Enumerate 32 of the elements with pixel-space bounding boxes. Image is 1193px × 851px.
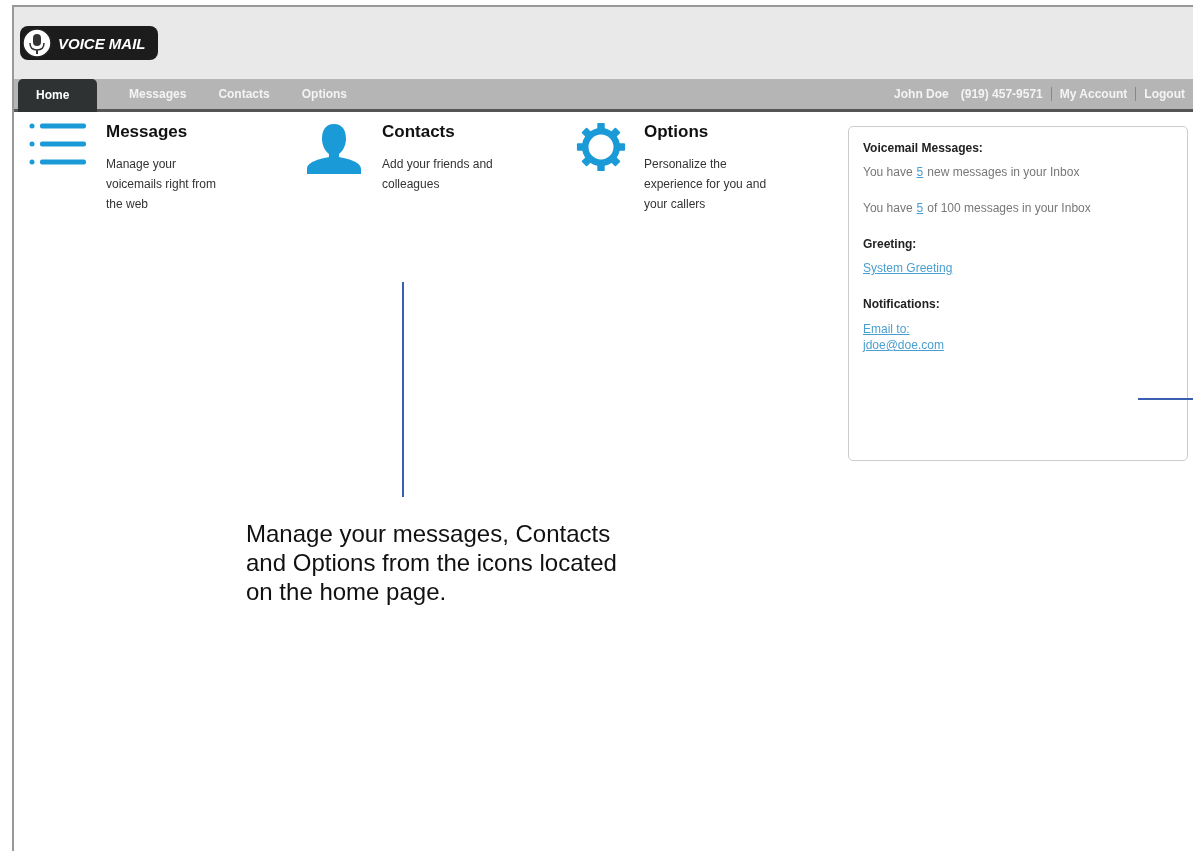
- user-name: John Doe: [894, 87, 949, 101]
- feature-title[interactable]: Options: [644, 122, 768, 142]
- gear-icon[interactable]: [576, 122, 626, 172]
- annotation-text: Manage your messages, Contacts and Options from the icons located on the home page.: [246, 519, 618, 606]
- feature-title[interactable]: Messages: [106, 122, 230, 142]
- notification-link[interactable]: Email to: jdoe@doe.com: [863, 321, 953, 353]
- message-count-text: new messages in your Inbox: [927, 165, 1080, 179]
- list-icon[interactable]: [28, 122, 88, 166]
- feature-title[interactable]: Contacts: [382, 122, 506, 142]
- message-count-text: of 100 messages in your Inbox: [927, 201, 1091, 215]
- section-heading: Voicemail Messages:: [863, 141, 984, 155]
- section-heading: Greeting:: [863, 237, 918, 251]
- nav-tab[interactable]: Options: [285, 79, 364, 109]
- person-icon[interactable]: [304, 122, 364, 176]
- feature-description: Add your friends and colleagues: [382, 156, 494, 193]
- voice-mail-logo: VOICE MAIL: [20, 26, 158, 60]
- feature-description: Personalize the experience for you and your callers: [644, 156, 768, 213]
- phone-number: (919) 457-9571: [960, 87, 1044, 101]
- account-link[interactable]: Logout: [1135, 87, 1193, 101]
- message-count-text: You have: [863, 201, 913, 215]
- account-link[interactable]: My Account: [1050, 87, 1136, 101]
- leader-line: [1138, 398, 1193, 400]
- message-count-link[interactable]: 5: [916, 201, 924, 215]
- nav-tab[interactable]: Contacts: [202, 79, 286, 109]
- microphone-icon: [22, 28, 52, 58]
- section-heading: Notifications:: [863, 297, 941, 311]
- message-count-text: You have: [863, 165, 913, 179]
- greeting-link[interactable]: System Greeting: [863, 261, 1173, 275]
- feature-description: Manage your voicemails right from the web: [106, 156, 218, 213]
- message-count-link[interactable]: 5: [916, 165, 924, 179]
- nav-tab[interactable]: Home: [18, 79, 97, 112]
- nav-tab[interactable]: Messages: [113, 79, 203, 109]
